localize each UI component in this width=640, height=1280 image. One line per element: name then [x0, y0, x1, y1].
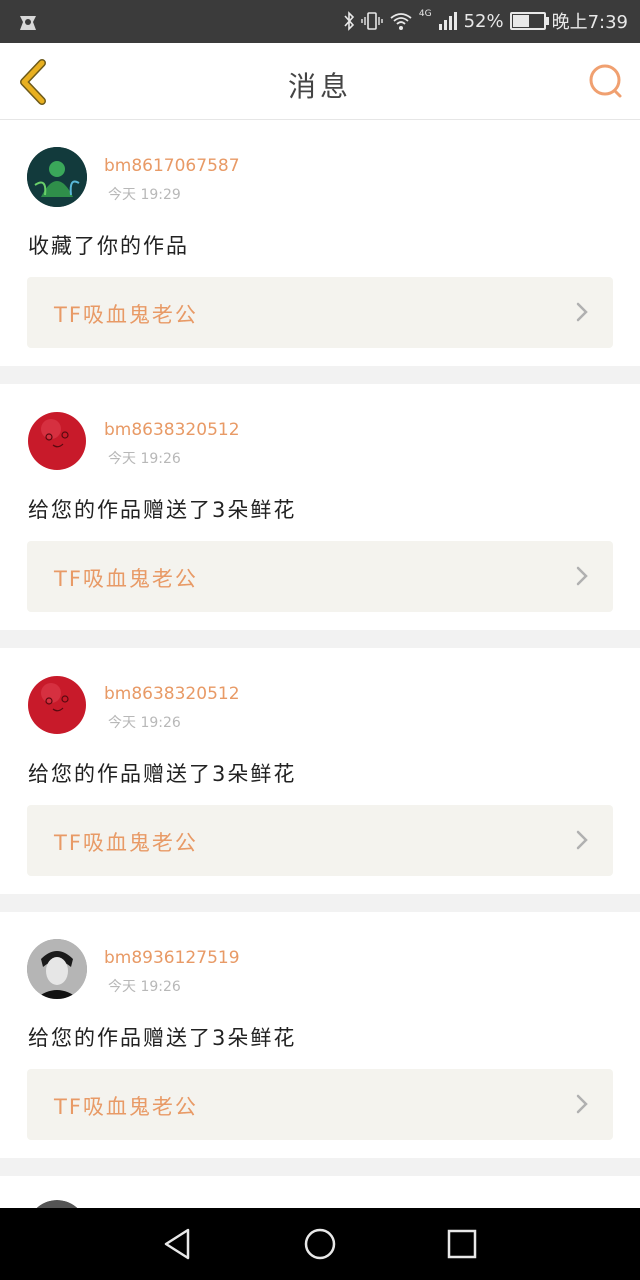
status-bar: 4G 52% 晚上7:39 — [0, 0, 640, 43]
work-title: TF吸血鬼老公 — [54, 831, 198, 855]
chevron-right-icon — [576, 1094, 588, 1114]
message-card: bm8638320512 今天 19:26 给您的作品赠送了3朵鲜花 TF吸血鬼… — [0, 648, 640, 894]
work-title: TF吸血鬼老公 — [54, 303, 198, 327]
back-icon[interactable] — [160, 1226, 196, 1262]
status-icons: 4G 52% 晚上7:39 — [343, 8, 628, 34]
work-link[interactable]: TF吸血鬼老公 — [27, 1069, 613, 1140]
home-icon[interactable] — [302, 1226, 338, 1262]
username[interactable]: bm8638320512 — [104, 684, 240, 704]
clock: 晚上7:39 — [551, 12, 628, 33]
message-list: bm8617067587 今天 19:29 收藏了你的作品 TF吸血鬼老公 bm… — [0, 120, 640, 1260]
battery-percent: 52% — [463, 10, 504, 32]
chevron-right-icon — [576, 566, 588, 586]
avatar[interactable] — [27, 411, 87, 471]
nav-bar: 消息 — [0, 43, 640, 120]
signal-icon — [438, 12, 457, 30]
username[interactable]: bm8638320512 — [104, 420, 240, 440]
bluetooth-icon — [344, 11, 354, 31]
avatar[interactable] — [27, 147, 87, 207]
timestamp: 今天 19:26 — [108, 715, 181, 731]
message-text: 给您的作品赠送了3朵鲜花 — [28, 762, 297, 786]
message-text: 给您的作品赠送了3朵鲜花 — [28, 498, 297, 522]
work-link[interactable]: TF吸血鬼老公 — [27, 541, 613, 612]
message-text: 收藏了你的作品 — [28, 234, 189, 258]
work-title: TF吸血鬼老公 — [54, 1095, 198, 1119]
username[interactable]: bm8617067587 — [104, 156, 240, 176]
system-nav-bar — [0, 1208, 640, 1280]
avatar[interactable] — [27, 939, 87, 999]
work-title: TF吸血鬼老公 — [54, 567, 198, 591]
avatar[interactable] — [27, 675, 87, 735]
timestamp: 今天 19:26 — [108, 979, 181, 995]
search-icon[interactable] — [586, 61, 626, 101]
username[interactable]: bm8936127519 — [104, 948, 240, 968]
work-link[interactable]: TF吸血鬼老公 — [27, 805, 613, 876]
page-title: 消息 — [287, 70, 352, 103]
notification-icon — [20, 16, 36, 30]
message-card: bm8936127519 今天 19:26 给您的作品赠送了3朵鲜花 TF吸血鬼… — [0, 912, 640, 1158]
network-type: 4G — [418, 9, 432, 19]
message-card: bm8638320512 今天 19:26 给您的作品赠送了3朵鲜花 TF吸血鬼… — [0, 384, 640, 630]
chevron-right-icon — [576, 302, 588, 322]
recents-icon[interactable] — [444, 1226, 480, 1262]
work-link[interactable]: TF吸血鬼老公 — [27, 277, 613, 348]
timestamp: 今天 19:26 — [108, 451, 181, 467]
message-card: bm8617067587 今天 19:29 收藏了你的作品 TF吸血鬼老公 — [0, 120, 640, 366]
timestamp: 今天 19:29 — [108, 187, 181, 203]
message-text: 给您的作品赠送了3朵鲜花 — [28, 1026, 297, 1050]
chevron-right-icon — [576, 830, 588, 850]
battery-icon — [509, 12, 549, 30]
vibrate-icon — [361, 12, 383, 30]
wifi-icon — [390, 13, 412, 30]
